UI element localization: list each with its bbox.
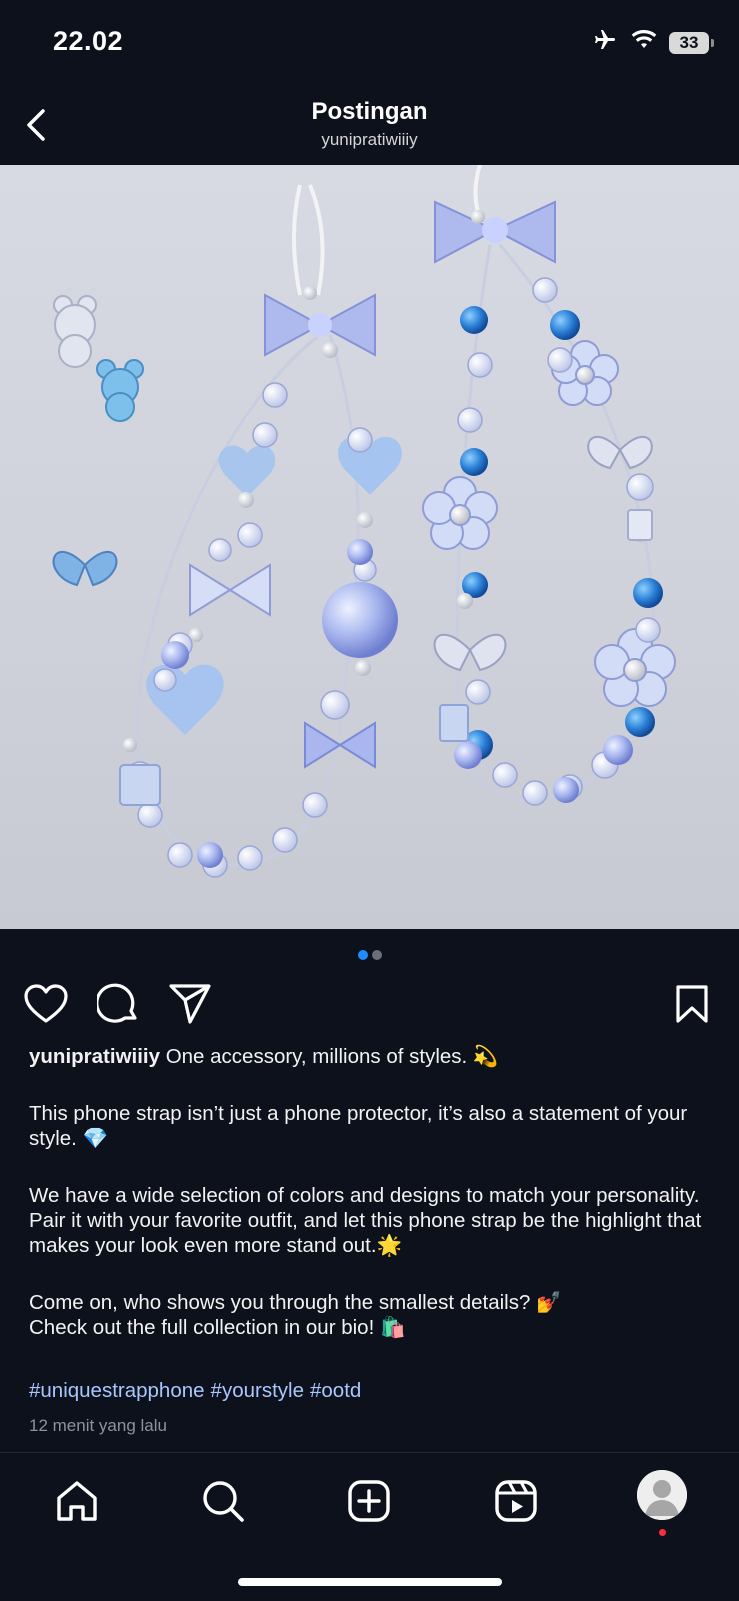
hashtags: #uniquestrapphone #yourstyle #ootd xyxy=(29,1379,367,1403)
share-icon xyxy=(169,984,211,1024)
caption-text-3: We have a wide selection of colors and d… xyxy=(29,1184,702,1257)
nav-search-button[interactable] xyxy=(193,1471,253,1531)
post-actions xyxy=(0,980,739,1032)
caption-username[interactable]: yunipratiwiiiy xyxy=(29,1045,160,1068)
caption-first-line: yunipratiwiiiy One accessory, millions o… xyxy=(29,1044,714,1069)
caption-text-4b: Check out the full collection in our bio… xyxy=(29,1316,406,1339)
battery-level: 33 xyxy=(679,32,699,52)
status-bar: 22.02 33 xyxy=(0,0,739,80)
home-icon xyxy=(57,1481,97,1521)
like-button[interactable] xyxy=(22,980,70,1028)
nav-reels-button[interactable] xyxy=(486,1471,546,1531)
avatar xyxy=(637,1470,687,1520)
battery-icon: 33 xyxy=(669,31,714,54)
bookmark-icon xyxy=(676,985,708,1023)
carousel-indicator xyxy=(0,950,739,960)
comment-button[interactable] xyxy=(94,980,142,1028)
caption-text-4a: Come on, who shows you through the small… xyxy=(29,1291,562,1314)
page-subtitle-username[interactable]: yunipratiwiiiy xyxy=(0,130,739,150)
hashtag-link[interactable]: #yourstyle xyxy=(211,1379,304,1402)
carousel-dot xyxy=(371,950,382,960)
caption-text-2: This phone strap isn’t just a phone prot… xyxy=(29,1102,688,1150)
post-caption: yunipratiwiiiy One accessory, millions o… xyxy=(29,1044,714,1340)
page-title: Postingan xyxy=(311,98,428,125)
post-timestamp: 12 menit yang lalu xyxy=(29,1416,167,1435)
hashtag-link[interactable]: #ootd xyxy=(310,1379,361,1402)
notification-dot xyxy=(659,1529,666,1536)
nav-home-button[interactable] xyxy=(47,1471,107,1531)
save-button[interactable] xyxy=(668,980,716,1028)
top-nav: Postingan yunipratiwiiiy xyxy=(0,80,739,165)
nav-create-button[interactable] xyxy=(339,1471,399,1531)
status-time: 22.02 xyxy=(53,26,124,56)
create-icon xyxy=(348,1480,390,1522)
hashtag-link[interactable]: #uniquestrapphone xyxy=(29,1379,205,1402)
post-image[interactable] xyxy=(0,165,739,929)
search-icon xyxy=(203,1481,244,1522)
heart-icon xyxy=(24,984,68,1023)
share-button[interactable] xyxy=(166,980,214,1028)
nav-profile-avatar[interactable] xyxy=(637,1470,687,1520)
comment-icon xyxy=(97,983,137,1023)
home-indicator xyxy=(238,1578,502,1586)
carousel-dot-active xyxy=(357,950,368,960)
status-icons: 33 xyxy=(591,28,714,57)
reels-icon xyxy=(495,1480,537,1522)
caption-text-1: One accessory, millions of styles. 💫 xyxy=(165,1045,499,1068)
airplane-icon xyxy=(591,28,619,57)
wifi-icon xyxy=(631,29,657,55)
